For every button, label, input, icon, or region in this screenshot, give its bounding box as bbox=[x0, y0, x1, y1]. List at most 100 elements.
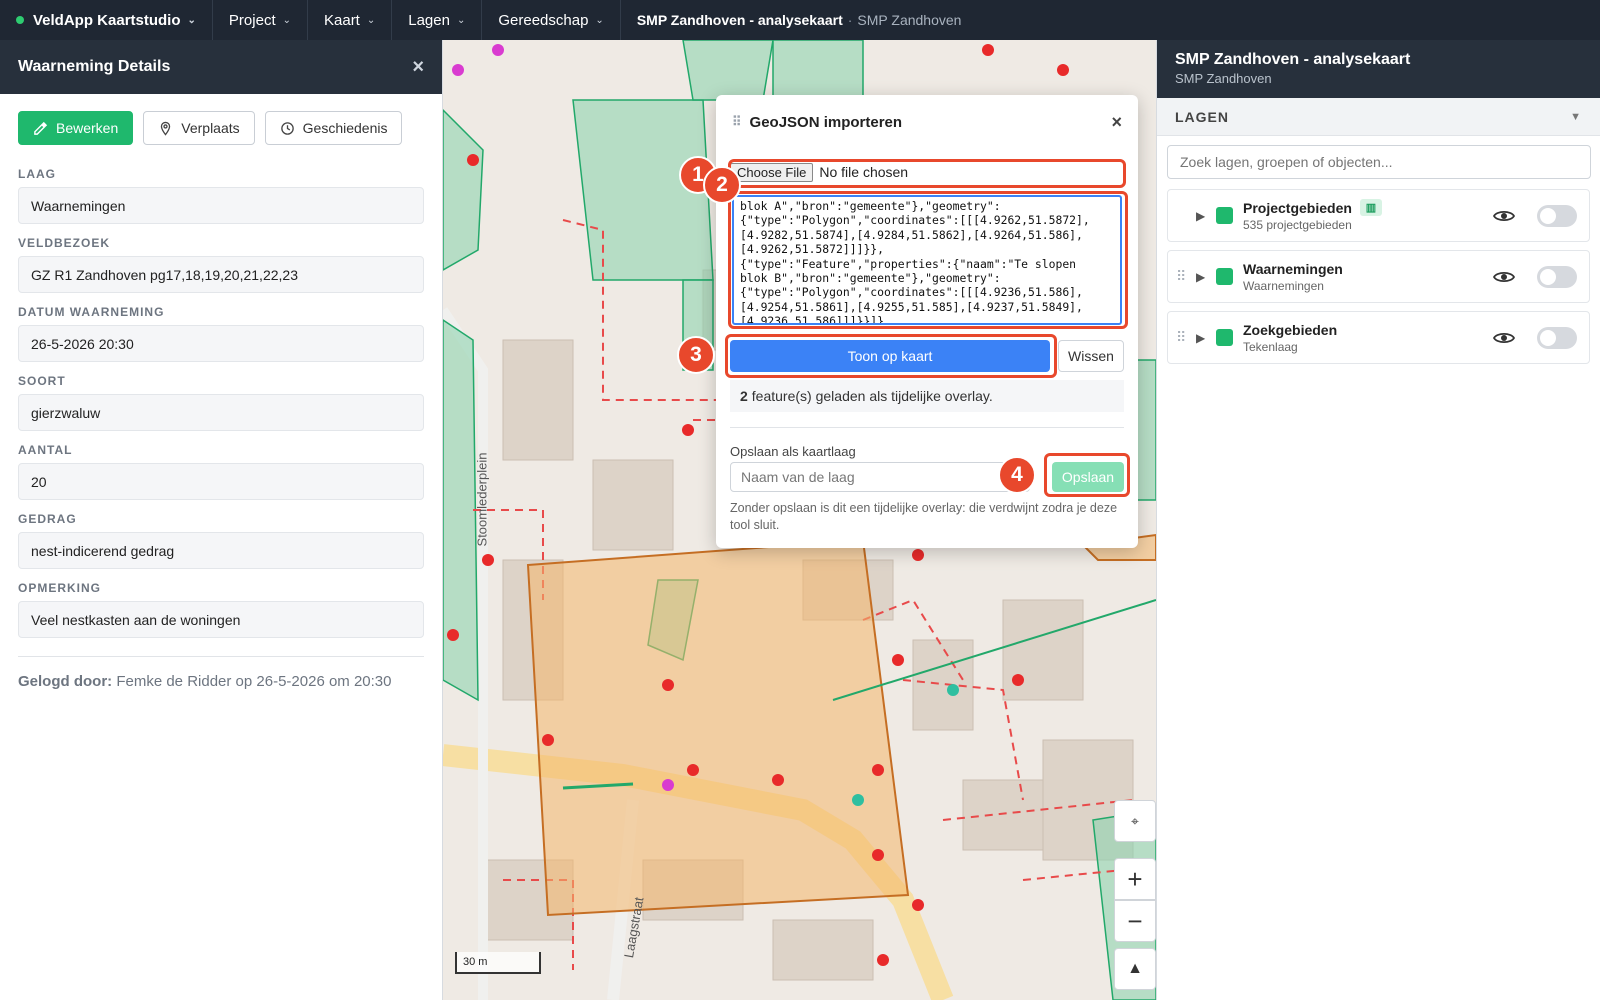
history-button[interactable]: Geschiedenis bbox=[264, 111, 403, 145]
chevron-down-icon: ⌄ bbox=[456, 14, 466, 26]
field-label: OPMERKING bbox=[18, 581, 102, 595]
layer-row-waarnemingen[interactable]: ⠿ ▶ Waarnemingen Waarnemingen bbox=[1167, 250, 1590, 303]
breadcrumb-project: SMP Zandhoven - analysekaart bbox=[636, 12, 843, 28]
scale-bar: 30 m bbox=[455, 952, 541, 974]
logged-by-label: Gelogd door: bbox=[18, 673, 113, 690]
callout-badge-3: 3 bbox=[677, 336, 715, 374]
expand-triangle-icon[interactable]: ▶ bbox=[1196, 270, 1216, 284]
edit-label: Bewerken bbox=[56, 120, 119, 136]
layers-section-header[interactable]: LAGEN ▼ bbox=[1157, 98, 1600, 136]
layer-info: Projectgebieden ▥ 535 projectgebieden bbox=[1243, 199, 1491, 232]
field-value: Waarnemingen bbox=[18, 187, 424, 224]
menu-gereedschap[interactable]: Gereedschap ⌄ bbox=[482, 0, 621, 40]
observation-details-panel: Waarneming Details × Bewerken Verplaats … bbox=[0, 40, 443, 1000]
breadcrumb-sub: SMP Zandhoven bbox=[857, 12, 962, 28]
highlight-save-button bbox=[1044, 453, 1130, 497]
layer-info: Zoekgebieden Tekenlaag bbox=[1243, 322, 1491, 354]
visibility-toggle[interactable] bbox=[1537, 326, 1577, 349]
highlight-show-button bbox=[725, 334, 1057, 378]
field-value: gierzwaluw bbox=[18, 394, 424, 431]
menu-project[interactable]: Project ⌄ bbox=[213, 0, 308, 40]
visibility-toggle[interactable] bbox=[1537, 265, 1577, 288]
field-value: 20 bbox=[18, 463, 424, 500]
visibility-toggle[interactable] bbox=[1537, 204, 1577, 227]
field-gedrag: GEDRAG nest-indicerend gedrag bbox=[0, 512, 442, 569]
field-opmerking: OPMERKING Veel nestkasten aan de woningen bbox=[0, 581, 442, 638]
breadcrumb: SMP Zandhoven - analysekaart · SMP Zandhov… bbox=[621, 12, 962, 28]
edit-button[interactable]: Bewerken bbox=[18, 111, 134, 145]
field-label: DATUM WAARNEMING bbox=[18, 305, 165, 319]
expand-triangle-icon[interactable]: ▶ bbox=[1196, 209, 1216, 223]
layers-panel: SMP Zandhoven - analysekaart SMP Zandhov… bbox=[1156, 40, 1600, 1000]
compass-button[interactable]: ▲ bbox=[1114, 948, 1156, 990]
feature-count: 2 bbox=[740, 388, 748, 404]
map-icon: ▥ bbox=[1359, 199, 1382, 216]
field-value: Veel nestkasten aan de woningen bbox=[18, 601, 424, 638]
field-laag: LAAG Waarnemingen bbox=[0, 167, 442, 224]
chevron-down-icon: ⌄ bbox=[595, 14, 604, 26]
dialog-title: GeoJSON importeren bbox=[749, 113, 903, 131]
drag-handle-icon[interactable]: ⠿ bbox=[1176, 268, 1196, 285]
highlight-geojson-textarea bbox=[728, 191, 1128, 329]
field-value: GZ R1 Zandhoven pg17,18,19,20,21,22,23 bbox=[18, 256, 424, 293]
layer-color-swatch bbox=[1216, 207, 1233, 224]
dialog-header[interactable]: ⠿ GeoJSON importeren × bbox=[716, 95, 1138, 149]
chevron-down-icon: ⌄ bbox=[366, 14, 376, 26]
temporary-overlay-note: Zonder opslaan is dit een tijdelijke ove… bbox=[730, 501, 1118, 532]
import-status: 2 feature(s) geladen als tijdelijke over… bbox=[730, 380, 1124, 412]
layer-name-text: Projectgebieden bbox=[1243, 199, 1352, 216]
panel-header: SMP Zandhoven - analysekaart SMP Zandhov… bbox=[1157, 40, 1600, 98]
menu-label: Lagen bbox=[408, 11, 450, 29]
layer-name-input[interactable]: Naam van de laag bbox=[730, 462, 1030, 492]
field-label: AANTAL bbox=[18, 443, 73, 457]
breadcrumb-separator: · bbox=[847, 12, 853, 28]
status-text: feature(s) geladen als tijdelijke overla… bbox=[751, 388, 993, 404]
zoom-out-button[interactable]: − bbox=[1114, 900, 1156, 942]
menu-label: Project bbox=[228, 11, 276, 29]
eye-icon[interactable] bbox=[1491, 330, 1517, 346]
layer-name: Projectgebieden ▥ bbox=[1243, 199, 1491, 216]
layer-search-input[interactable] bbox=[1167, 145, 1591, 179]
callout-badge-4: 4 bbox=[998, 456, 1036, 494]
eye-icon[interactable] bbox=[1491, 208, 1517, 224]
zoom-in-button[interactable]: + bbox=[1114, 858, 1156, 900]
close-icon[interactable]: × bbox=[412, 56, 424, 79]
panel-title: Waarneming Details bbox=[18, 58, 171, 75]
layer-name: Zoekgebieden bbox=[1243, 321, 1338, 338]
menu-lagen[interactable]: Lagen ⌄ bbox=[392, 0, 483, 40]
layer-name: Waarnemingen bbox=[1243, 260, 1343, 277]
brand-menu[interactable]: VeldApp Kaartstudio ⌄ bbox=[0, 0, 213, 40]
field-veldbezoek: VELDBEZOEK GZ R1 Zandhoven pg17,18,19,20,… bbox=[0, 236, 442, 293]
layer-subtitle: Tekenlaag bbox=[1243, 339, 1298, 354]
layer-row-zoekgebieden[interactable]: ⠿ ▶ Zoekgebieden Tekenlaag bbox=[1167, 311, 1590, 364]
menu-label: Kaart bbox=[324, 11, 360, 29]
layer-row-projectgebieden[interactable]: ▶ Projectgebieden ▥ 535 projectgebieden bbox=[1167, 189, 1590, 242]
layer-color-swatch bbox=[1216, 329, 1233, 346]
layer-subtitle: Waarnemingen bbox=[1243, 278, 1324, 293]
expand-triangle-icon[interactable]: ▶ bbox=[1196, 331, 1216, 345]
history-label: Geschiedenis bbox=[302, 120, 388, 136]
menu-kaart[interactable]: Kaart ⌄ bbox=[308, 0, 393, 40]
layer-info: Waarnemingen Waarnemingen bbox=[1243, 261, 1491, 293]
clock-icon bbox=[280, 121, 294, 135]
chevron-down-icon: ⌄ bbox=[282, 14, 291, 26]
close-icon[interactable]: × bbox=[1111, 112, 1122, 133]
move-button[interactable]: Verplaats bbox=[143, 111, 255, 145]
drag-handle-icon[interactable]: ⠿ bbox=[732, 114, 742, 130]
save-layer-label: Opslaan als kaartlaag bbox=[730, 444, 856, 459]
locate-button[interactable]: ⌖ bbox=[1114, 800, 1156, 842]
top-navigation-bar: VeldApp Kaartstudio ⌄ Project ⌄ Kaart ⌄ La… bbox=[0, 0, 1600, 40]
section-title: LAGEN bbox=[1175, 108, 1229, 125]
drag-handle-icon[interactable]: ⠿ bbox=[1176, 329, 1196, 346]
field-label: SOORT bbox=[18, 374, 66, 388]
logged-by: Gelogd door: Femke de Ridder op 26-5-202… bbox=[0, 657, 442, 706]
collapse-icon[interactable]: ▼ bbox=[1570, 111, 1582, 123]
chevron-down-icon: ⌄ bbox=[187, 14, 196, 26]
divider bbox=[730, 427, 1124, 428]
brand-name: VeldApp Kaartstudio bbox=[33, 11, 181, 29]
field-datum: DATUM WAARNEMING 26-5-2026 20:30 bbox=[0, 305, 442, 362]
eye-icon[interactable] bbox=[1491, 269, 1517, 285]
action-bar: Bewerken Verplaats Geschiedenis bbox=[0, 94, 442, 155]
clear-button[interactable]: Wissen bbox=[1058, 340, 1124, 372]
status-dot-icon bbox=[16, 16, 24, 24]
